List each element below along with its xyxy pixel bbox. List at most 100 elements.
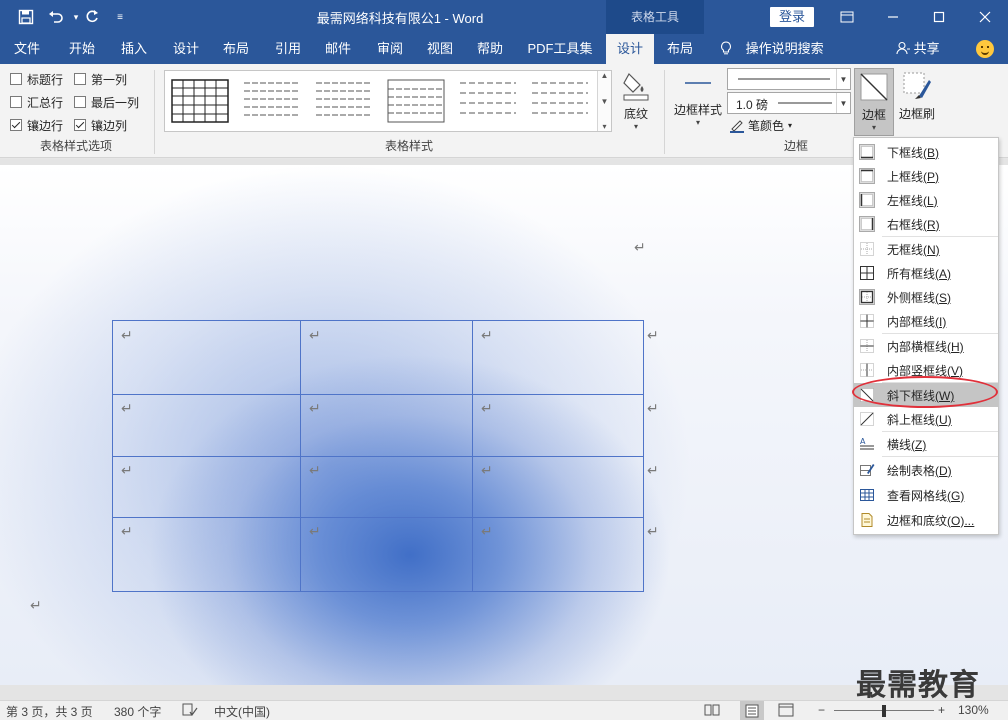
cell-mark[interactable]: ↵ [121,523,133,540]
minimize-icon[interactable] [870,0,916,34]
tab-pdf-tools[interactable]: PDF工具集 [524,34,596,64]
redo-icon[interactable] [80,6,104,28]
scroll-down-icon[interactable]: ▼ [601,97,609,106]
cell-mark[interactable]: ↵ [481,523,493,540]
tab-review[interactable]: 审阅 [368,34,412,64]
save-icon[interactable] [14,6,38,28]
tab-home[interactable]: 开始 [60,34,104,64]
cell-mark[interactable]: ↵ [121,462,133,479]
checkbox-box[interactable] [74,73,86,85]
ribbon-display-icon[interactable] [824,0,870,34]
table-styles-gallery[interactable]: ▲ ▼ ▾ [164,70,612,132]
banded-columns-checkbox[interactable]: 镶边列 [74,116,127,134]
menu-item-draw-table[interactable]: 绘制表格(D) [854,458,998,482]
menu-item-horizontal-line[interactable]: A 横线(Z) [854,432,998,456]
tab-table-design[interactable]: 设计 [606,34,654,64]
proofing-icon[interactable] [182,703,198,720]
page-count[interactable]: 第 3 页，共 3 页 [6,703,93,720]
cell-mark[interactable]: ↵ [309,400,321,417]
borders-button[interactable]: 边框 ▾ [854,68,894,136]
menu-item-view-gridlines[interactable]: 查看网格线(G) [854,483,998,507]
tab-references[interactable]: 引用 [266,34,310,64]
zoom-slider-thumb[interactable] [882,705,886,717]
table-style-light-thumbnail[interactable] [243,79,301,123]
cell-mark[interactable]: ↵ [309,462,321,479]
table-style-grid-thumbnail[interactable] [171,79,229,123]
last-column-checkbox[interactable]: 最后一列 [74,93,139,111]
tab-layout[interactable]: 布局 [214,34,258,64]
word-count[interactable]: 380 个字 [114,703,161,720]
chevron-down-icon[interactable]: ▼ [836,93,850,113]
web-layout-icon[interactable] [778,703,794,720]
menu-item-inside-borders[interactable]: 内部框线(I) [854,309,998,333]
tab-view[interactable]: 视图 [418,34,462,64]
close-icon[interactable] [962,0,1008,34]
shading-button[interactable]: 底纹 ▾ [616,68,656,131]
tab-file[interactable]: 文件 [6,34,48,64]
cell-mark[interactable]: ↵ [309,327,321,344]
menu-item-left-border[interactable]: 左框线(L) [854,188,998,212]
border-styles-button[interactable]: 边框样式 ▾ [672,68,724,127]
border-painter-button[interactable]: 边框刷 [897,68,937,122]
table-style-plain-3-thumbnail[interactable] [531,79,589,123]
tab-mailings[interactable]: 邮件 [316,34,360,64]
shading-dropdown-icon: ▾ [633,122,638,131]
checkbox-box[interactable] [10,73,22,85]
total-row-checkbox[interactable]: 汇总行 [10,93,63,111]
table-style-plain-2-thumbnail[interactable] [459,79,517,123]
header-row-checkbox[interactable]: 标题行 [10,70,63,88]
zoom-out-icon[interactable]: − [818,703,825,717]
checkbox-box[interactable] [74,119,86,131]
menu-item-outside-borders[interactable]: 外侧框线(S) [854,285,998,309]
feedback-smiley-icon[interactable] [976,40,994,58]
first-column-checkbox[interactable]: 第一列 [74,70,127,88]
zoom-in-icon[interactable]: + [938,703,945,717]
cell-mark[interactable]: ↵ [121,400,133,417]
menu-item-text: 斜上框线 [887,412,936,427]
table-style-plain-thumbnail[interactable] [387,79,445,123]
tab-design[interactable]: 设计 [164,34,208,64]
banded-rows-checkbox[interactable]: 镶边行 [10,116,63,134]
outside-borders-icon [859,289,875,305]
maximize-icon[interactable] [916,0,962,34]
chevron-down-icon[interactable]: ▼ [836,69,850,89]
menu-item-diagonal-up-border[interactable]: 斜上框线(U) [854,407,998,431]
tab-table-layout[interactable]: 布局 [658,34,702,64]
pen-weight-select[interactable]: 1.0 磅 ▼ [727,92,851,114]
border-painter-label: 边框刷 [898,107,935,121]
menu-item-top-border[interactable]: 上框线(P) [854,164,998,188]
cell-mark[interactable]: ↵ [481,327,493,344]
gallery-expand-icon[interactable]: ▾ [602,122,606,131]
tell-me-search[interactable]: 操作说明搜索 [720,34,824,64]
print-layout-icon[interactable] [740,701,764,720]
share-button[interactable]: 共享 [896,34,940,64]
menu-item-borders-and-shading[interactable]: 边框和底纹(O)... [854,508,998,532]
login-button[interactable]: 登录 [770,7,814,27]
read-mode-icon[interactable] [704,703,720,720]
menu-item-inside-horizontal-border[interactable]: 内部横框线(H) [854,334,998,358]
menu-item-all-borders[interactable]: 所有框线(A) [854,261,998,285]
row-end-mark: ↵ [647,523,659,539]
checkbox-box[interactable] [74,96,86,108]
language-indicator[interactable]: 中文(中国) [214,703,270,720]
menu-item-bottom-border[interactable]: 下框线(B) [854,140,998,164]
customize-toolbar-icon[interactable]: ≡ [108,6,132,28]
menu-item-label: 所有框线(A) [887,265,951,282]
scroll-up-icon[interactable]: ▲ [601,71,609,80]
tab-help[interactable]: 帮助 [468,34,512,64]
zoom-level[interactable]: 130% [958,703,989,717]
table-style-light-2-thumbnail[interactable] [315,79,373,123]
cell-mark[interactable]: ↵ [121,327,133,344]
checkbox-box[interactable] [10,119,22,131]
tab-insert[interactable]: 插入 [112,34,156,64]
menu-item-no-border[interactable]: 无框线(N) [854,237,998,261]
checkbox-box[interactable] [10,96,22,108]
cell-mark[interactable]: ↵ [309,523,321,540]
document-table[interactable]: ↵ ↵ ↵ ↵ ↵ ↵ ↵ ↵ ↵ ↵ ↵ ↵ ↵ ↵ ↵ ↵ [112,320,659,592]
pen-color-button[interactable]: 笔颜色 ▾ [729,116,792,134]
menu-item-right-border[interactable]: 右框线(R) [854,212,998,236]
cell-mark[interactable]: ↵ [481,400,493,417]
pen-style-select[interactable]: ▼ [727,68,851,90]
cell-mark[interactable]: ↵ [481,462,493,479]
gallery-scrollbar[interactable]: ▲ ▼ ▾ [597,71,611,131]
